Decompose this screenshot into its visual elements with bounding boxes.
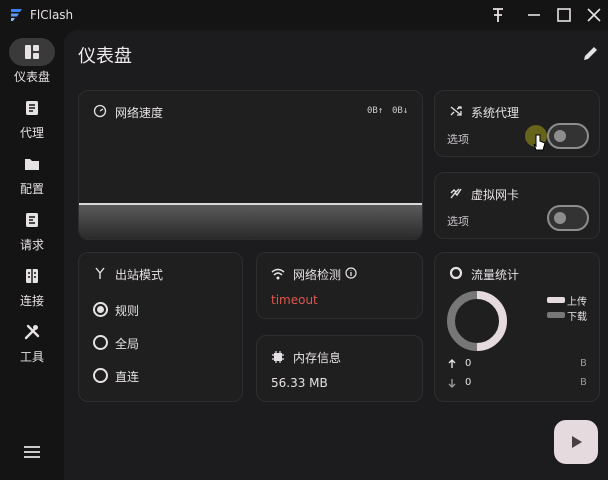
- arrow-up-icon: [448, 359, 456, 368]
- edit-icon[interactable]: [580, 42, 602, 64]
- connections-icon: [26, 269, 38, 283]
- nav-label-profiles: 配置: [19, 182, 44, 196]
- nav-label-dashboard: 仪表盘: [13, 70, 50, 84]
- memory-value: 56.33 MB: [271, 376, 328, 390]
- memory-card: 内存信息 56.33 MB: [256, 335, 423, 402]
- donut-upload-segment: [476, 291, 507, 351]
- upload-total-unit: B: [580, 358, 587, 369]
- pin-icon[interactable]: [488, 5, 508, 25]
- close-icon[interactable]: [584, 5, 604, 25]
- title-bar: FlClash: [0, 0, 608, 30]
- download-total-value: 0: [465, 377, 472, 388]
- donut-download-segment: [447, 291, 478, 351]
- legend-download-swatch: [547, 312, 565, 318]
- mode-option-label: 规则: [115, 304, 140, 318]
- toggle-knob: [554, 212, 566, 224]
- legend-download-label: 下载: [567, 312, 587, 323]
- menu-icon[interactable]: [20, 440, 44, 464]
- nav-item-tools[interactable]: 工具: [0, 318, 64, 370]
- nav-item-connections[interactable]: 连接: [0, 262, 64, 314]
- nav-label-connections: 连接: [19, 294, 44, 308]
- tun-options-label: 选项: [447, 215, 469, 228]
- legend-upload-swatch: [547, 297, 565, 303]
- traffic-stats-card: 流量统计 上传 下载 0 B 0 B: [434, 252, 600, 402]
- legend-upload-label: 上传: [567, 297, 587, 308]
- tun-toggle[interactable]: [547, 205, 589, 231]
- speed-chart: [79, 203, 422, 239]
- speedometer-icon: [93, 104, 107, 118]
- outbound-mode-card: 出站模式 规则 全局 直连: [78, 252, 243, 402]
- page-title: 仪表盘: [78, 46, 132, 67]
- requests-icon: [26, 213, 38, 227]
- mode-option-label: 全局: [115, 337, 140, 351]
- nav-item-dashboard[interactable]: 仪表盘: [0, 38, 64, 90]
- pie-icon: [449, 266, 463, 280]
- toggle-knob: [554, 130, 566, 142]
- upload-speed: 0B↑: [367, 106, 384, 116]
- nav-label-proxy: 代理: [19, 126, 44, 140]
- info-icon[interactable]: [345, 267, 357, 279]
- proxy-icon: [26, 101, 38, 115]
- mode-option-label: 直连: [115, 370, 140, 384]
- nav-item-profiles[interactable]: 配置: [0, 150, 64, 202]
- radio-selected[interactable]: [93, 302, 108, 317]
- radio-unselected[interactable]: [93, 335, 108, 350]
- traffic-stats-title: 流量统计: [471, 268, 520, 282]
- memory-title: 内存信息: [293, 351, 342, 365]
- system-proxy-toggle[interactable]: [547, 123, 589, 149]
- cursor-icon: [533, 134, 546, 151]
- chip-icon: [272, 351, 284, 363]
- app-title: FlClash: [30, 8, 74, 22]
- network-speed-card: 网络速度 0B↑ 0B↓: [78, 90, 423, 240]
- nav-rail: 仪表盘 代理 配置 请求 连接 工具: [0, 30, 64, 480]
- radio-unselected[interactable]: [93, 368, 108, 383]
- wifi-icon: [271, 268, 285, 280]
- dashboard-content: 仪表盘 网络速度 0B↑ 0B↓ 系统代理 选项 虚拟网卡 选项 出站模式 规则…: [64, 30, 608, 480]
- shuffle-icon: [450, 106, 462, 116]
- start-button[interactable]: [554, 420, 598, 464]
- play-icon: [572, 436, 582, 448]
- minimize-icon[interactable]: [524, 5, 544, 25]
- system-proxy-title: 系统代理: [471, 106, 520, 120]
- tun-icon: [450, 188, 462, 199]
- maximize-icon[interactable]: [554, 5, 574, 25]
- fork-icon: [95, 267, 105, 279]
- tun-card: 虚拟网卡 选项: [434, 172, 600, 239]
- dashboard-icon: [25, 45, 39, 59]
- arrow-down-icon: [448, 379, 456, 388]
- system-proxy-card: 系统代理 选项: [434, 90, 600, 157]
- folder-icon: [25, 159, 39, 170]
- nav-label-tools: 工具: [19, 350, 44, 364]
- nav-label-requests: 请求: [19, 238, 44, 252]
- network-check-result: timeout: [271, 293, 318, 307]
- nav-item-proxy[interactable]: 代理: [0, 94, 64, 146]
- tun-title: 虚拟网卡: [471, 188, 520, 202]
- tools-icon: [24, 324, 40, 340]
- app-logo-icon: [11, 9, 22, 21]
- network-check-card: 网络检测 timeout: [256, 252, 423, 319]
- upload-total-value: 0: [465, 358, 472, 369]
- download-total-unit: B: [580, 377, 587, 388]
- network-check-title: 网络检测: [293, 268, 342, 282]
- outbound-mode-title: 出站模式: [115, 268, 164, 282]
- download-speed: 0B↓: [392, 106, 409, 116]
- nav-item-requests[interactable]: 请求: [0, 206, 64, 258]
- system-proxy-options-label: 选项: [447, 133, 469, 146]
- network-speed-title: 网络速度: [115, 106, 164, 120]
- traffic-donut-chart: [447, 291, 507, 351]
